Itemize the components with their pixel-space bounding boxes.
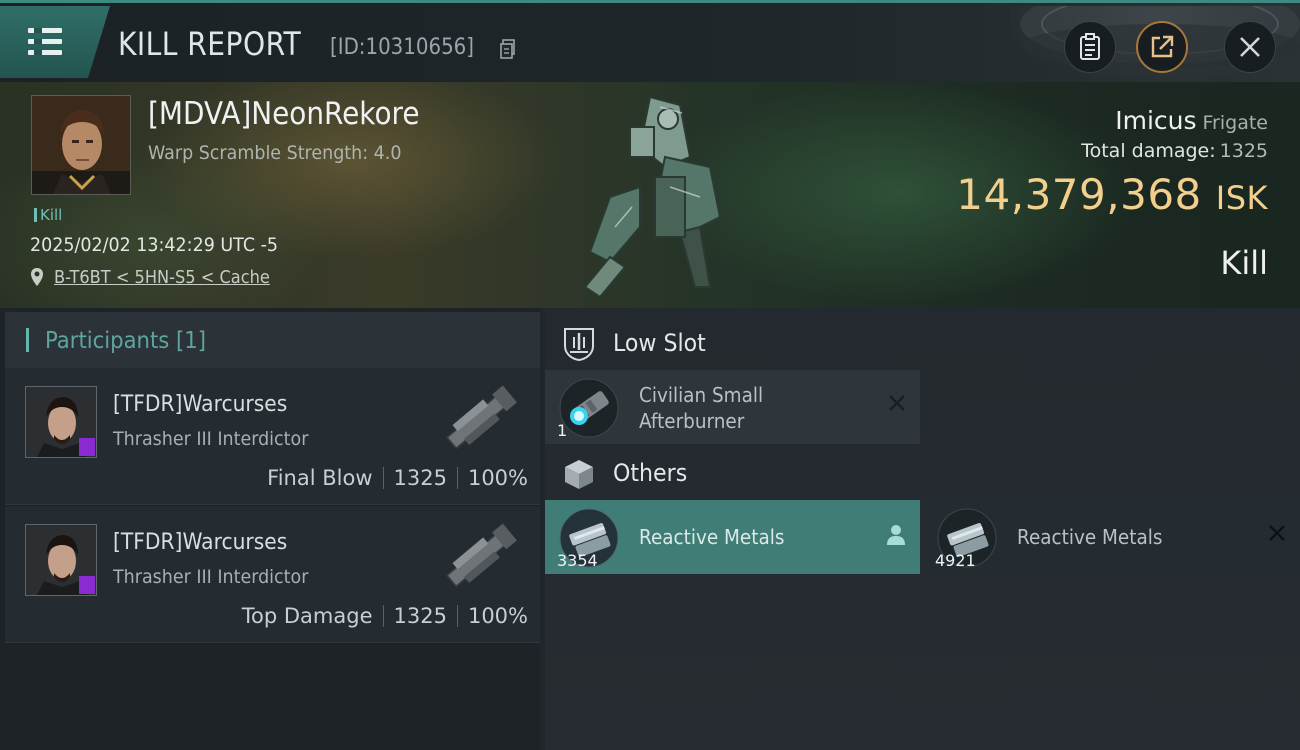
- destroyed-x-icon: [1269, 525, 1285, 541]
- participant-ship: Thrasher III Interdictor: [113, 566, 309, 588]
- participant-role: Final Blow: [267, 466, 373, 490]
- item-name-line1: Civilian Small: [639, 383, 764, 407]
- close-icon: [1240, 37, 1260, 57]
- participant-damage: 1325: [393, 604, 447, 628]
- item-quantity: 4921: [935, 551, 976, 570]
- participants-header[interactable]: Participants [1]: [5, 312, 540, 368]
- afterburner-item-icon: [559, 378, 619, 438]
- isk-value: 14,379,368 ISK: [956, 170, 1268, 219]
- item-name: Reactive Metals: [1017, 525, 1163, 549]
- page-title: KILL REPORT: [118, 25, 302, 63]
- person-icon: [887, 525, 905, 545]
- participant-ship-image: [446, 523, 517, 588]
- item-name: Reactive Metals: [639, 525, 785, 549]
- clipboard-icon: [1080, 33, 1100, 60]
- victim-ship-image: [583, 95, 722, 299]
- participant-percent: 100%: [467, 604, 528, 628]
- ship-name: Imicus: [1115, 106, 1197, 135]
- participant-damage: 1325: [393, 466, 447, 490]
- avatar[interactable]: [25, 386, 97, 458]
- victim-banner: [MDVA]NeonRekore Warp Scramble Strength:…: [0, 82, 1300, 308]
- participant-name: [TFDR]Warcurses: [113, 392, 288, 417]
- participants-title: Participants [1]: [45, 328, 207, 354]
- top-bar: KILL REPORT [ID:10310656]: [0, 0, 1300, 85]
- participants-count: [1]: [176, 328, 207, 354]
- ship-class: Frigate: [1202, 112, 1268, 134]
- others-section-header: Others: [545, 442, 1300, 502]
- cargo-box-icon: [565, 460, 593, 489]
- close-button[interactable]: [1224, 21, 1276, 73]
- item-quantity: 1: [557, 421, 568, 440]
- isk-unit: ISK: [1215, 179, 1268, 217]
- items-panel: Low Slot 1 Civilian Small Afterburner Ot…: [545, 308, 1300, 750]
- report-id: [ID:10310656]: [330, 35, 474, 60]
- participant-ship: Thrasher III Interdictor: [113, 428, 309, 450]
- isk-amount: 14,379,368: [956, 170, 1202, 219]
- clipboard-button[interactable]: [1064, 21, 1116, 73]
- participant-stats: Final Blow 1325 100%: [267, 466, 528, 490]
- share-icon: [1151, 35, 1174, 58]
- total-damage-label: Total damage:: [1081, 140, 1216, 162]
- item-card[interactable]: 1 Civilian Small Afterburner: [545, 370, 920, 444]
- total-damage: Total damage: 1325: [1081, 140, 1268, 162]
- menu-button[interactable]: [0, 6, 110, 78]
- participant-row[interactable]: [TFDR]Warcurses Thrasher III Interdictor…: [5, 506, 540, 643]
- participant-role: Top Damage: [241, 604, 373, 628]
- participant-name: [TFDR]Warcurses: [113, 530, 288, 555]
- location-link[interactable]: B-T6BT < 5HN-S5 < Cache: [54, 267, 270, 288]
- rank-badge: [79, 576, 95, 594]
- item-card[interactable]: 4921 Reactive Metals: [923, 500, 1300, 574]
- participant-percent: 100%: [467, 466, 528, 490]
- item-quantity: 3354: [557, 551, 598, 570]
- others-title: Others: [613, 459, 688, 487]
- participant-stats: Top Damage 1325 100%: [242, 604, 528, 628]
- participants-panel: Participants [1] [TFDR]Warcurses Thrashe…: [0, 308, 540, 750]
- low-slot-icon: [564, 328, 594, 362]
- item-name-line2: Afterburner: [639, 409, 745, 433]
- avatar[interactable]: [25, 524, 97, 596]
- location-pin-icon: [31, 268, 43, 286]
- item-card[interactable]: 3354 Reactive Metals: [545, 500, 920, 574]
- share-button[interactable]: [1136, 21, 1188, 73]
- low-slot-title: Low Slot: [613, 329, 706, 357]
- result-label: Kill: [1220, 244, 1268, 282]
- total-damage-value: 1325: [1219, 140, 1268, 162]
- victim-subtitle: Warp Scramble Strength: 4.0: [148, 142, 402, 164]
- low-slot-section-header: Low Slot: [545, 312, 1300, 372]
- kill-datetime: 2025/02/02 13:42:29 UTC -5: [30, 234, 279, 256]
- ship-info: Imicus Frigate: [1115, 106, 1268, 135]
- rank-badge: [79, 438, 95, 456]
- participant-ship-image: [446, 385, 517, 450]
- kill-tag: Kill: [34, 206, 62, 224]
- participant-row[interactable]: [TFDR]Warcurses Thrasher III Interdictor…: [5, 368, 540, 505]
- destroyed-x-icon: [889, 395, 905, 411]
- victim-name[interactable]: [MDVA]NeonRekore: [148, 96, 420, 132]
- copy-icon[interactable]: [500, 39, 516, 59]
- victim-portrait[interactable]: [31, 95, 131, 195]
